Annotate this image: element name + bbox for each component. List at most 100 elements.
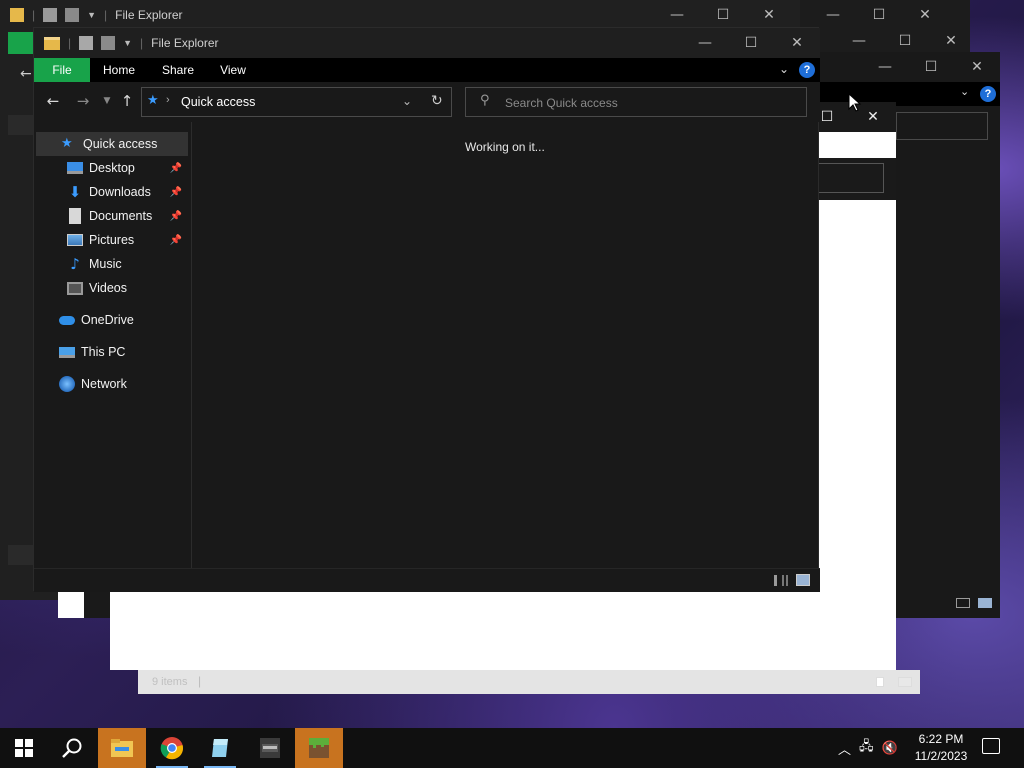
status-strip [8,545,34,565]
nav-item-music[interactable]: ♪ Music [67,253,190,275]
maximize-button[interactable]: ☐ [728,28,774,58]
help-icon[interactable]: ? [980,86,996,102]
music-icon: ♪ [70,255,80,273]
chevron-down-icon[interactable]: ▼ [123,38,132,48]
pictures-icon [67,234,83,246]
large-icons-view-icon[interactable] [978,598,992,608]
search-button[interactable] [48,728,96,768]
nav-item-pictures[interactable]: Pictures 📌 [67,229,190,251]
nav-item-network[interactable]: Network [59,373,127,395]
chevron-down-icon[interactable]: ⌄ [960,85,969,98]
close-button[interactable]: ✕ [954,52,1000,82]
tab-home[interactable]: Home [96,58,142,82]
status-bar: 9 items | [138,670,920,694]
back-arrow-icon[interactable]: ← [20,66,32,82]
app-icon [212,739,228,757]
search-icon [62,738,82,758]
quick-access-star-icon: ★ [147,93,159,108]
volume-muted-icon[interactable]: 🔇 [882,741,898,756]
taskbar-app-4[interactable] [246,728,294,768]
taskbar-minecraft[interactable] [295,728,343,768]
folder-icon [44,36,60,50]
nav-item-downloads[interactable]: ⬇ Downloads 📌 [67,181,190,203]
quick-access-toolbar: | ▼ | File Explorer [34,28,219,58]
pin-icon[interactable]: 📌 [170,235,182,246]
pin-icon[interactable]: 📌 [170,187,182,198]
search-placeholder: Search Quick access [505,96,618,110]
window-title: File Explorer [151,36,219,50]
minimize-button[interactable]: — [862,52,908,82]
pin-icon[interactable]: 📌 [170,163,182,174]
this-pc-icon [59,346,75,358]
breadcrumb-separator-icon[interactable]: › [166,94,170,106]
refresh-icon[interactable]: ↻ [431,93,443,109]
details-view-icon[interactable] [774,575,788,586]
nav-item-videos[interactable]: Videos [67,277,190,299]
tab-share[interactable]: Share [154,58,202,82]
file-tab[interactable] [8,32,36,54]
address-dropdown-icon[interactable]: ⌄ [402,94,412,108]
tab-file[interactable]: File [34,58,90,82]
clock-date: 11/2/2023 [914,749,968,763]
large-icons-view-icon[interactable] [796,574,810,586]
window-title: File Explorer [115,8,183,22]
taskbar-chrome[interactable] [148,728,196,768]
folder-icon [10,8,24,22]
navigation-toolbar: ← → ▼ ↑ ★ › Quick access ⌄ ↻ ⚲ Search Qu… [34,82,820,122]
downloads-icon: ⬇ [68,183,82,201]
file-explorer-window[interactable]: | ▼ | File Explorer — ☐ ✕ File Home Shar… [33,27,820,592]
item-count: 9 items [152,676,188,688]
recent-locations-icon[interactable]: ▼ [96,90,118,112]
onedrive-cloud-icon [59,315,75,325]
quick-access-toolbar: | ▼ | File Explorer [0,0,183,30]
nav-item-documents[interactable]: Documents 📌 [67,205,190,227]
clock[interactable]: 6:22 PM 11/2/2023 [908,731,974,765]
nav-item-quick-access-label[interactable]: ★ Quick access [61,133,157,155]
minimize-button[interactable]: — [682,28,728,58]
loading-message: Working on it... [465,140,545,154]
maximize-button[interactable]: ☐ [908,52,954,82]
taskbar-file-explorer[interactable] [98,728,146,768]
search-box[interactable]: ⚲ Search Quick access [465,87,807,117]
show-hidden-icons-icon[interactable]: ︿ [838,739,851,758]
nav-item-onedrive[interactable]: OneDrive [59,309,134,331]
tab-view[interactable]: View [212,58,254,82]
star-icon: ★ [61,136,73,151]
minimize-button[interactable]: — [654,0,700,30]
expand-ribbon-icon[interactable]: ⌄ [779,62,789,76]
close-button[interactable]: ✕ [774,28,820,58]
forward-arrow-icon[interactable]: → [72,90,94,112]
nav-item-this-pc[interactable]: This PC [59,341,125,363]
game-launcher-icon [260,738,280,758]
nav-item-desktop[interactable]: Desktop 📌 [67,157,190,179]
videos-icon [67,281,83,295]
up-arrow-icon[interactable]: ↑ [116,90,138,112]
address-bar[interactable]: ★ › Quick access ⌄ ↻ [141,87,452,117]
taskbar-app-3[interactable] [196,728,244,768]
large-icons-view-icon[interactable] [898,677,912,687]
back-arrow-icon[interactable]: ← [42,90,64,112]
action-center-icon[interactable] [982,738,1000,754]
properties-icon[interactable] [79,36,94,50]
search-box[interactable] [896,112,988,140]
title-bar[interactable]: | ▼ | File Explorer — ☐ ✕ [34,28,820,58]
chevron-down-icon[interactable]: ▼ [87,10,96,20]
details-view-icon[interactable] [876,677,884,687]
taskbar: ︿ 🖧 🔇 6:22 PM 11/2/2023 [0,728,1024,768]
dialog-input[interactable] [816,163,884,193]
new-folder-icon[interactable] [65,8,80,22]
pin-icon[interactable]: 📌 [170,211,182,222]
search-icon: ⚲ [480,93,490,108]
ribbon-tabs: File Home Share View ⌄ ? [34,58,820,82]
network-status-icon[interactable]: 🖧 [859,737,874,759]
details-view-icon[interactable] [956,598,970,608]
maximize-button[interactable]: ☐ [700,0,746,30]
close-button[interactable]: ✕ [746,0,792,30]
help-icon[interactable]: ? [799,62,815,78]
breadcrumb-path[interactable]: Quick access [181,95,255,109]
start-button[interactable] [0,728,48,768]
properties-icon[interactable] [43,8,58,22]
network-icon [59,376,75,392]
new-folder-icon[interactable] [101,36,116,50]
content-pane[interactable]: Working on it... [192,122,818,572]
